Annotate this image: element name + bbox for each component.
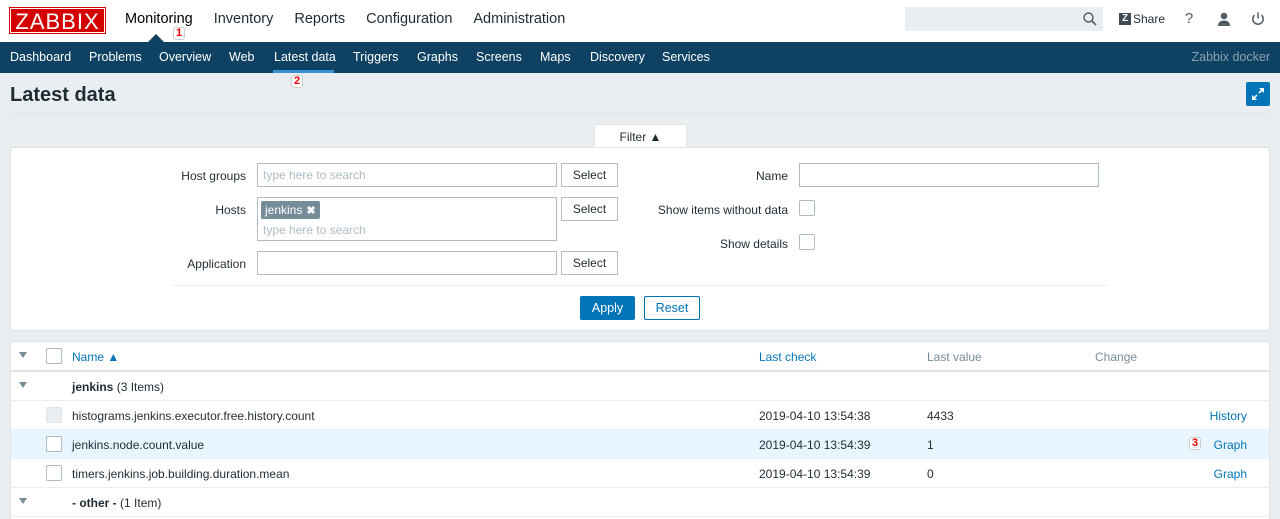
subnav-services[interactable]: Services [662,50,710,64]
zabbix-share-icon: Z [1119,13,1131,25]
graph-link[interactable]: Graph [1214,438,1247,452]
show-items-without-data-checkbox[interactable] [799,200,815,216]
subnav-problems[interactable]: Problems [89,50,142,64]
application-label: Application [187,257,246,271]
column-last-check[interactable]: Last check [759,350,816,364]
subnav-overview[interactable]: Overview [159,50,211,64]
subnav-screens[interactable]: Screens [476,50,522,64]
apply-button[interactable]: Apply [580,296,635,320]
hosts-label: Hosts [215,203,246,217]
power-icon[interactable] [1250,11,1266,27]
subnav-web[interactable]: Web [229,50,254,64]
collapse-all-icon[interactable] [19,352,27,358]
column-last-value: Last value [927,350,982,364]
fullscreen-button[interactable] [1246,82,1270,106]
main-menu: Monitoring Inventory Reports Configurati… [125,11,586,27]
host-groups-label: Host groups [181,169,246,183]
global-search [905,7,1103,31]
subnav-maps[interactable]: Maps [540,50,571,64]
remove-tag-icon[interactable]: ✖ [306,205,315,217]
item-name: timers.jenkins.job.building.duration.mea… [72,467,290,481]
share-label: Share [1133,12,1166,26]
show-details-label: Show details [719,237,788,251]
column-name[interactable]: Name ▲ [72,350,119,364]
item-name: jenkins.node.count.value [72,438,205,452]
filter-divider [171,285,1109,286]
subnav-graphs[interactable]: Graphs [417,50,458,64]
group-name: jenkins [72,380,114,394]
group-name: - other - [72,496,117,510]
filter-panel: Host groups Select Hosts jenkins✖ type h… [10,147,1270,331]
page-title: Latest data [10,84,116,106]
name-input[interactable] [799,163,1099,187]
item-name: histograms.jenkins.executor.free.history… [72,409,315,423]
collapse-group-icon[interactable] [19,382,27,388]
history-link[interactable]: History [1210,409,1247,423]
menu-monitoring[interactable]: Monitoring [125,11,193,27]
name-label: Name [755,169,788,183]
collapse-group-icon[interactable] [19,498,27,504]
divider [10,113,1270,114]
subnav-triggers[interactable]: Triggers [353,50,398,64]
application-input[interactable] [257,251,557,275]
search-icon[interactable] [1083,12,1097,26]
group-count: (3 Items) [116,380,165,394]
host-tag-jenkins: jenkins ✖ [261,201,320,219]
item-last-check: 2019-04-10 13:54:39 [759,467,871,481]
host-groups-select-button[interactable]: Select [561,163,618,187]
table-row: timers.jenkins.job.building.duration.mea… [11,459,1269,488]
item-checkbox [46,407,62,423]
graph-link[interactable]: Graph [1214,467,1247,481]
server-name: Zabbix docker [1191,50,1270,64]
subnav-dashboard[interactable]: Dashboard [10,50,71,64]
item-last-check: 2019-04-10 13:54:38 [759,409,871,423]
fullscreen-icon [1252,88,1264,100]
annotation-badge-2: 2 [291,75,303,88]
table-row: histograms.jenkins.executor.free.history… [11,401,1269,430]
annotation-badge-1: 1 [173,27,185,40]
hosts-search-placeholder[interactable]: type here to search [263,223,366,237]
filter-tab[interactable]: Filter ▲ [594,124,687,148]
latest-data-table: Name ▲ Last check Last value Change jenk… [10,341,1270,519]
menu-reports[interactable]: Reports [294,11,345,27]
top-header: ZABBIX Monitoring Inventory Reports Conf… [0,0,1280,42]
hosts-select-button[interactable]: Select [561,197,618,221]
annotation-badge-3: 3 [1189,437,1201,450]
share-button[interactable]: Z Share [1119,12,1165,26]
sub-menu: Dashboard Problems Overview Web Latest d… [0,42,1280,73]
host-tag-label: jenkins [265,203,303,217]
hosts-multiselect[interactable]: jenkins ✖ type here to search [257,197,557,241]
select-all-checkbox[interactable] [46,348,62,364]
host-groups-input[interactable] [257,163,557,187]
menu-configuration[interactable]: Configuration [366,11,452,27]
application-select-button[interactable]: Select [561,251,618,275]
active-subnav-indicator [273,70,334,73]
reset-button[interactable]: Reset [644,296,700,320]
subnav-discovery[interactable]: Discovery [590,50,645,64]
active-menu-pointer [148,34,164,42]
host-group-row-other: - other - (1 Item) [11,488,1269,517]
item-last-value: 1 [927,438,934,452]
table-header: Name ▲ Last check Last value Change [11,342,1269,372]
table-row: jenkins.node.count.value 2019-04-10 13:5… [11,430,1269,459]
column-change: Change [1095,350,1138,364]
group-count: (1 Item) [120,496,162,510]
global-search-input[interactable] [906,8,1076,30]
item-last-check: 2019-04-10 13:54:39 [759,438,871,452]
item-last-value: 4433 [927,409,954,423]
host-group-row-jenkins: jenkins (3 Items) [11,372,1269,401]
user-profile-icon[interactable] [1216,11,1232,27]
show-details-checkbox[interactable] [799,234,815,250]
subnav-latest-data[interactable]: Latest data [274,50,336,64]
show-items-without-data-label: Show items without data [657,203,788,217]
item-last-value: 0 [927,467,934,481]
menu-administration[interactable]: Administration [473,11,565,27]
item-checkbox[interactable] [46,465,62,481]
help-icon[interactable]: ? [1181,11,1197,27]
zabbix-logo[interactable]: ZABBIX [9,7,106,34]
menu-inventory[interactable]: Inventory [214,11,274,27]
item-checkbox[interactable] [46,436,62,452]
